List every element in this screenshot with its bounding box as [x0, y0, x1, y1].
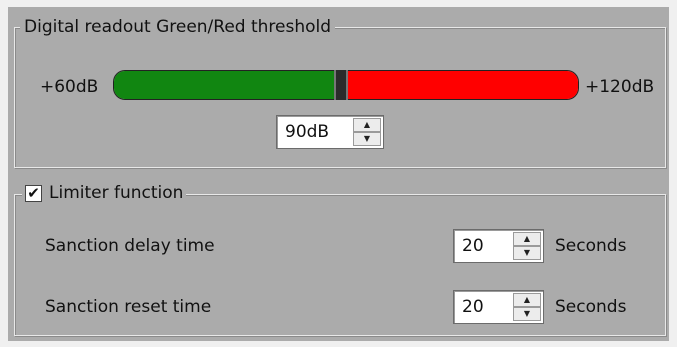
red-zone — [337, 71, 578, 99]
limiter-checkbox-label[interactable]: Limiter function — [49, 183, 183, 203]
limiter-group: ✔ Limiter function Sanction delay time 2… — [14, 183, 666, 336]
threshold-spin-buttons: ▲ ▼ — [353, 118, 381, 146]
sanction-delay-spin-buttons: ▲ ▼ — [513, 232, 541, 260]
limiter-group-title: ✔ Limiter function — [22, 183, 187, 203]
sanction-reset-spin-buttons: ▲ ▼ — [513, 293, 541, 321]
sanction-reset-value[interactable]: 20 — [462, 291, 484, 323]
threshold-slider-thumb[interactable] — [334, 70, 348, 100]
threshold-max-label: +120dB — [585, 77, 655, 97]
sanction-delay-unit: Seconds — [555, 236, 627, 256]
settings-panel: Digital readout Green/Red threshold +60d… — [8, 7, 669, 341]
limiter-checkbox[interactable]: ✔ — [25, 184, 42, 202]
threshold-spinbox[interactable]: 90dB ▲ ▼ — [276, 115, 384, 149]
sanction-reset-unit: Seconds — [555, 297, 627, 317]
threshold-spinbox-value[interactable]: 90dB — [285, 116, 329, 148]
spin-up-icon[interactable]: ▲ — [353, 118, 381, 132]
sanction-reset-label: Sanction reset time — [45, 297, 212, 317]
sanction-delay-value[interactable]: 20 — [462, 230, 484, 262]
spin-up-icon[interactable]: ▲ — [513, 232, 541, 246]
green-zone — [114, 71, 337, 99]
spin-up-icon[interactable]: ▲ — [513, 293, 541, 307]
threshold-group-title: Digital readout Green/Red threshold — [20, 17, 336, 37]
spin-down-icon[interactable]: ▼ — [513, 246, 541, 260]
sanction-delay-spinbox[interactable]: 20 ▲ ▼ — [453, 229, 544, 263]
threshold-min-label: +60dB — [40, 77, 99, 97]
spin-down-icon[interactable]: ▼ — [513, 307, 541, 321]
sanction-delay-label: Sanction delay time — [45, 236, 215, 256]
threshold-group: Digital readout Green/Red threshold +60d… — [14, 17, 666, 168]
spin-down-icon[interactable]: ▼ — [353, 132, 381, 146]
sanction-reset-spinbox[interactable]: 20 ▲ ▼ — [453, 290, 544, 324]
